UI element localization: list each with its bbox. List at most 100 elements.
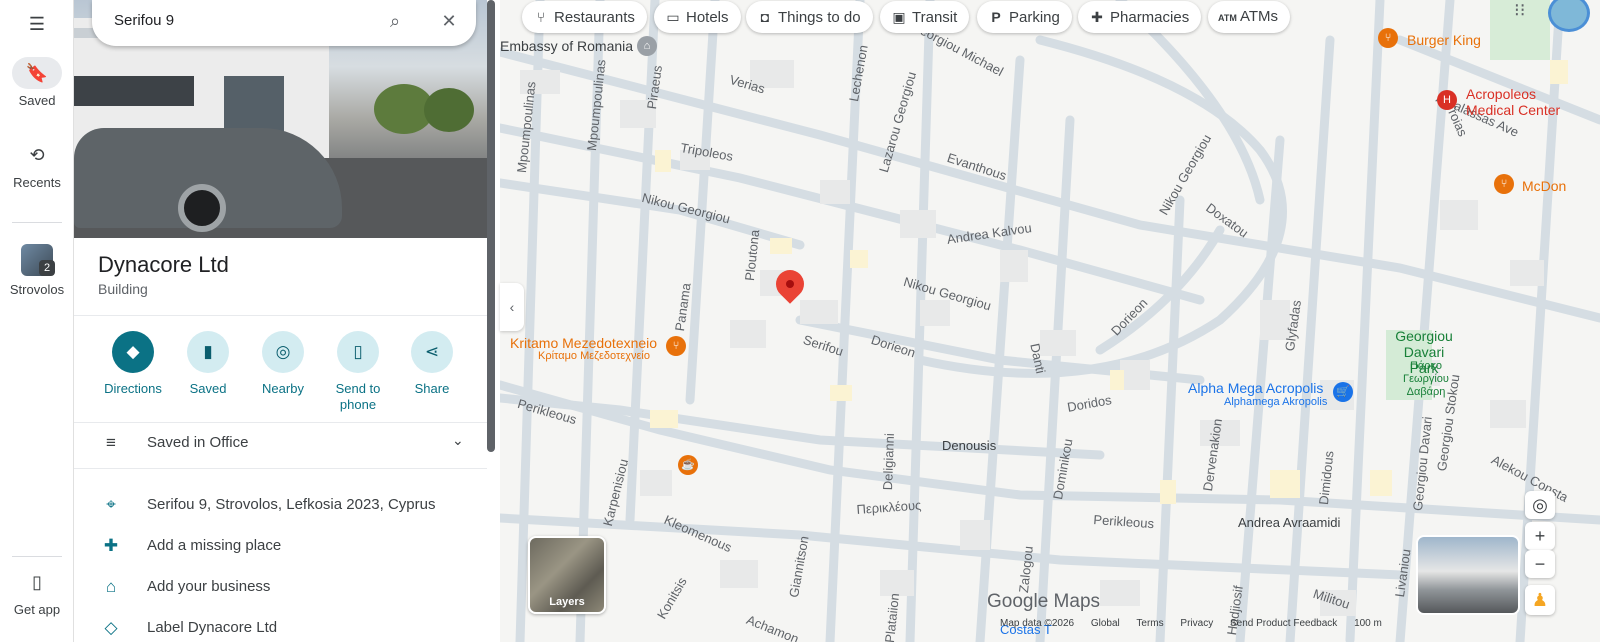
add-business-row[interactable]: ⌂ Add your business xyxy=(74,568,487,608)
search-box: ⌕ ✕ xyxy=(92,0,476,46)
mcdonalds-label[interactable]: McDon xyxy=(1522,178,1566,194)
chip-things-to-do[interactable]: ◘ Things to do xyxy=(746,1,873,33)
rail-strovolos[interactable]: 2 Strovolos xyxy=(0,244,74,297)
zoom-out-button[interactable]: − xyxy=(1525,550,1555,578)
map-label: Andrea Avraamidi xyxy=(1238,515,1341,530)
directions-label: Directions xyxy=(104,381,162,396)
strovolos-thumbnail: 2 xyxy=(21,244,55,276)
embassy-icon[interactable]: ⌂ xyxy=(637,36,657,56)
hospital-icon[interactable]: H xyxy=(1437,90,1457,110)
footer-terms-link[interactable]: Terms xyxy=(1136,618,1163,629)
address-text: Serifou 9, Strovolos, Lefkosia 2023, Cyp… xyxy=(147,496,436,513)
plus-icon: + xyxy=(1534,526,1546,546)
chevron-left-icon: ‹ xyxy=(509,299,515,315)
bookmark-filled-icon: ▮ xyxy=(187,331,229,373)
zoom-in-button[interactable]: + xyxy=(1525,522,1555,550)
minus-icon: − xyxy=(1534,554,1546,574)
send-to-phone-button[interactable]: ▯ Send to phone xyxy=(318,331,398,413)
saved-label: Saved xyxy=(189,381,227,396)
kritamo-label[interactable]: Kritamo Mezedotexneio xyxy=(510,335,657,351)
chip-transit[interactable]: ▣ Transit xyxy=(880,1,970,33)
fork-knife-icon: ⑂ xyxy=(536,9,546,25)
chip-restaurants[interactable]: ⑂ Restaurants xyxy=(522,1,647,33)
cafe-icon[interactable]: ☕ xyxy=(678,455,698,475)
acropoleos-label[interactable]: Acropoleos Medical Center xyxy=(1466,86,1566,118)
divider xyxy=(74,315,487,316)
add-missing-place-text: Add a missing place xyxy=(147,537,282,554)
add-missing-place-row[interactable]: ✚ Add a missing place xyxy=(74,527,487,567)
rail-get-app[interactable]: ▯ Get app xyxy=(0,566,74,617)
restaurant-icon[interactable]: ⑂ xyxy=(1494,174,1514,194)
rail-recents[interactable]: ⟲ Recents xyxy=(0,139,74,190)
chip-label: Parking xyxy=(1009,9,1060,26)
my-location-button[interactable]: ◎ xyxy=(1525,491,1555,519)
collapse-panel-button[interactable]: ‹ xyxy=(500,283,524,331)
kritamo-greek-label: Κρίταμο Μεζεδοτεχνείο xyxy=(538,350,650,362)
map-label: Deligianni xyxy=(880,432,897,491)
panel-scrollbar[interactable] xyxy=(487,0,495,452)
layers-label: Layers xyxy=(549,596,585,608)
chip-parking[interactable]: P Parking xyxy=(977,1,1072,33)
map-label: Denousis xyxy=(942,438,997,453)
saved-button[interactable]: ▮ Saved xyxy=(168,331,248,396)
footer-global-link[interactable]: Global xyxy=(1091,618,1120,629)
pharmacy-icon: ✚ xyxy=(1091,9,1103,25)
burger-king-label[interactable]: Burger King xyxy=(1407,32,1481,48)
rail-divider xyxy=(12,556,62,557)
hamburger-icon: ☰ xyxy=(28,14,46,34)
place-marker-dot xyxy=(786,280,794,288)
rail-strovolos-label: Strovolos xyxy=(9,282,65,297)
layers-button[interactable]: Layers xyxy=(528,536,606,614)
nearby-icon: ◎ xyxy=(262,331,304,373)
divider xyxy=(74,422,487,423)
google-maps-logo: Google Maps xyxy=(987,591,1101,612)
place-type: Building xyxy=(98,281,148,297)
label-icon: ◇ xyxy=(104,618,118,637)
rail-get-app-label: Get app xyxy=(13,602,61,617)
navigation-rail: ☰ 🔖 Saved ⟲ Recents 2 Strovolos ▯ Get ap… xyxy=(0,0,74,642)
directions-icon: ◆ xyxy=(112,331,154,373)
chevron-down-icon: ⌄ xyxy=(452,432,464,448)
chip-hotels[interactable]: ▭ Hotels xyxy=(654,1,741,33)
add-business-text: Add your business xyxy=(147,578,271,595)
rail-recents-label: Recents xyxy=(13,175,61,190)
chip-label: Hotels xyxy=(686,9,729,26)
scale-bar[interactable]: 100 m xyxy=(1354,618,1382,629)
share-button[interactable]: ⋖ Share xyxy=(392,331,472,396)
camera-icon: ◘ xyxy=(760,9,770,25)
rail-saved[interactable]: 🔖 Saved xyxy=(0,57,74,108)
add-label-text: Label Dynacore Ltd xyxy=(147,619,278,636)
search-input[interactable] xyxy=(114,8,374,32)
divider xyxy=(74,468,487,469)
alpha-mega-label[interactable]: Alpha Mega Acropolis xyxy=(1188,380,1323,396)
bookmark-icon: 🔖 xyxy=(12,57,62,89)
footer-privacy-link[interactable]: Privacy xyxy=(1180,618,1213,629)
share-label: Share xyxy=(414,381,450,396)
menu-button[interactable]: ☰ xyxy=(0,8,74,44)
pegman-icon[interactable]: ♟ xyxy=(1525,585,1555,615)
restaurant-icon[interactable]: ⑂ xyxy=(666,336,686,356)
google-apps-icon[interactable]: ⁝⁝ xyxy=(1514,0,1534,20)
strovolos-count: 2 xyxy=(39,260,55,276)
street-view-thumbnail[interactable] xyxy=(1416,535,1520,615)
saved-list-row[interactable]: ≡ Saved in Office ⌄ xyxy=(74,424,487,464)
my-location-icon: ◎ xyxy=(1532,495,1548,515)
directions-button[interactable]: ◆ Directions xyxy=(93,331,173,396)
transit-icon: ▣ xyxy=(892,9,906,25)
nearby-button[interactable]: ◎ Nearby xyxy=(243,331,323,396)
chip-pharmacies[interactable]: ✚ Pharmacies xyxy=(1078,1,1202,33)
close-icon[interactable]: ✕ xyxy=(434,6,464,36)
chip-label: Things to do xyxy=(778,9,861,26)
share-icon: ⋖ xyxy=(411,331,453,373)
footer-feedback-link[interactable]: Send Product Feedback xyxy=(1230,618,1337,629)
shopping-cart-icon[interactable]: 🛒 xyxy=(1333,382,1353,402)
address-row[interactable]: ⌖ Serifou 9, Strovolos, Lefkosia 2023, C… xyxy=(74,486,487,526)
add-label-row[interactable]: ◇ Label Dynacore Ltd xyxy=(74,609,487,642)
parking-icon: P xyxy=(991,9,1001,25)
send-to-phone-icon: ▯ xyxy=(337,331,379,373)
restaurant-icon[interactable]: ⑂ xyxy=(1378,28,1398,48)
search-icon[interactable]: ⌕ xyxy=(380,6,410,36)
chip-atms[interactable]: ATM ATMs xyxy=(1208,1,1291,33)
saved-list-label: Saved in Office xyxy=(147,434,249,451)
place-panel: Dynacore Ltd Building ◆ Directions ▮ Sav… xyxy=(74,0,500,642)
